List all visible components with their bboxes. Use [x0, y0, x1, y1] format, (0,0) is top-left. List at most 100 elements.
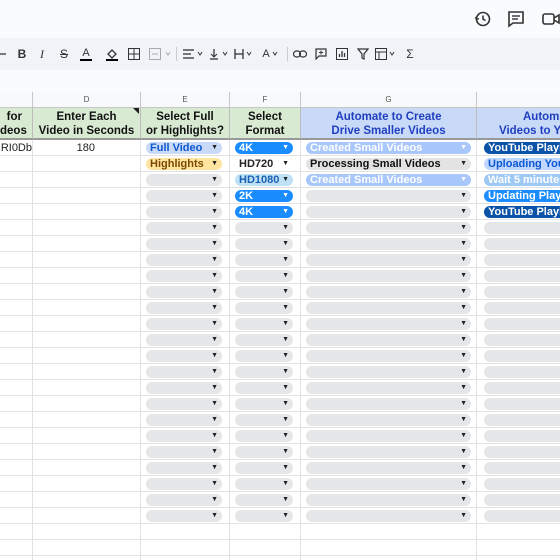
select-e-row-19[interactable]: ▼ [146, 430, 222, 442]
select-g-row-21[interactable]: ▼ [306, 462, 471, 474]
select-e-row-20[interactable]: ▼ [146, 446, 222, 458]
select-f-row-21[interactable]: ▼ [235, 462, 293, 474]
select-g-row-7[interactable]: ▼ [306, 238, 471, 250]
select-g-row-12[interactable]: ▼ [306, 318, 471, 330]
select-h-row-6[interactable] [484, 222, 560, 234]
select-e-row-2[interactable]: Highlights ▼ [146, 158, 222, 170]
select-g-row-18[interactable]: ▼ [306, 414, 471, 426]
select-e-row-3[interactable]: ▼ [146, 174, 222, 186]
select-e-row-14[interactable]: ▼ [146, 350, 222, 362]
select-h-row-4[interactable]: Updating Playl [484, 190, 560, 202]
select-f-row-10[interactable]: ▼ [235, 286, 293, 298]
header-cell-e[interactable]: Select Full or Highlights? [141, 108, 230, 140]
select-f-row-1[interactable]: 4K ▼ [235, 142, 293, 154]
select-g-row-14[interactable]: ▼ [306, 350, 471, 362]
select-f-row-6[interactable]: ▼ [235, 222, 293, 234]
bold-icon[interactable]: B [14, 45, 30, 63]
cell-d1[interactable]: 180 [33, 142, 95, 154]
select-f-row-9[interactable]: ▼ [235, 270, 293, 282]
strikethrough-icon[interactable]: S [56, 45, 72, 63]
column-header-d[interactable]: D [33, 92, 141, 108]
select-h-row-8[interactable] [484, 254, 560, 266]
select-h-row-24[interactable] [484, 510, 560, 522]
select-h-row-18[interactable] [484, 414, 560, 426]
select-h-row-7[interactable] [484, 238, 560, 250]
select-g-row-3[interactable]: Created Small Videos ▼ [306, 174, 471, 186]
rotate-icon[interactable]: A [259, 45, 283, 63]
filter-icon[interactable] [355, 45, 371, 63]
select-f-row-22[interactable]: ▼ [235, 478, 293, 490]
select-h-row-10[interactable] [484, 286, 560, 298]
select-e-row-11[interactable]: ▼ [146, 302, 222, 314]
select-e-row-23[interactable]: ▼ [146, 494, 222, 506]
select-e-row-4[interactable]: ▼ [146, 190, 222, 202]
select-g-row-2[interactable]: Processing Small Videos ▼ [306, 158, 471, 170]
select-h-row-5[interactable]: YouTube Playli [484, 206, 560, 218]
select-h-row-19[interactable] [484, 430, 560, 442]
select-h-row-13[interactable] [484, 334, 560, 346]
select-g-row-16[interactable]: ▼ [306, 382, 471, 394]
select-f-row-19[interactable]: ▼ [235, 430, 293, 442]
italic-icon[interactable]: I [34, 45, 50, 63]
comment-add-icon[interactable] [313, 45, 329, 63]
select-h-row-3[interactable]: Wait 5 minutes [484, 174, 560, 186]
select-e-row-21[interactable]: ▼ [146, 462, 222, 474]
column-header-e[interactable]: E [141, 92, 230, 108]
select-e-row-24[interactable]: ▼ [146, 510, 222, 522]
select-f-row-8[interactable]: ▼ [235, 254, 293, 266]
select-f-row-24[interactable]: ▼ [235, 510, 293, 522]
select-g-row-20[interactable]: ▼ [306, 446, 471, 458]
select-h-row-23[interactable] [484, 494, 560, 506]
select-e-row-17[interactable]: ▼ [146, 398, 222, 410]
select-h-row-15[interactable] [484, 366, 560, 378]
select-f-row-7[interactable]: ▼ [235, 238, 293, 250]
select-h-row-17[interactable] [484, 398, 560, 410]
select-f-row-11[interactable]: ▼ [235, 302, 293, 314]
select-f-row-17[interactable]: ▼ [235, 398, 293, 410]
select-e-row-8[interactable]: ▼ [146, 254, 222, 266]
cell-c1[interactable]: RRI0Db [0, 142, 32, 154]
video-call-icon[interactable] [541, 9, 560, 29]
select-g-row-11[interactable]: ▼ [306, 302, 471, 314]
select-h-row-2[interactable]: Uploading You [484, 158, 560, 170]
select-g-row-13[interactable]: ▼ [306, 334, 471, 346]
select-e-row-5[interactable]: ▼ [146, 206, 222, 218]
select-e-row-15[interactable]: ▼ [146, 366, 222, 378]
select-e-row-10[interactable]: ▼ [146, 286, 222, 298]
select-f-row-18[interactable]: ▼ [235, 414, 293, 426]
select-g-row-10[interactable]: ▼ [306, 286, 471, 298]
select-f-row-14[interactable]: ▼ [235, 350, 293, 362]
select-g-row-6[interactable]: ▼ [306, 222, 471, 234]
select-h-row-14[interactable] [484, 350, 560, 362]
column-header-g[interactable]: G [301, 92, 477, 108]
select-h-row-20[interactable] [484, 446, 560, 458]
select-g-row-1[interactable]: Created Small Videos ▼ [306, 142, 471, 154]
fill-color-icon[interactable] [104, 45, 120, 63]
select-g-row-22[interactable]: ▼ [306, 478, 471, 490]
select-g-row-9[interactable]: ▼ [306, 270, 471, 282]
select-h-row-16[interactable] [484, 382, 560, 394]
select-f-row-20[interactable]: ▼ [235, 446, 293, 458]
select-g-row-24[interactable]: ▼ [306, 510, 471, 522]
select-h-row-11[interactable] [484, 302, 560, 314]
history-icon[interactable] [473, 9, 493, 29]
align-icon[interactable] [182, 45, 206, 63]
select-e-row-9[interactable]: ▼ [146, 270, 222, 282]
select-f-row-12[interactable]: ▼ [235, 318, 293, 330]
select-e-row-22[interactable]: ▼ [146, 478, 222, 490]
header-cell-g[interactable]: Automate to Create Drive Smaller Videos [301, 108, 477, 140]
select-f-row-3[interactable]: HD1080 ▼ [235, 174, 293, 186]
text-color-icon[interactable]: A [78, 45, 94, 63]
chart-icon[interactable] [334, 45, 350, 63]
select-g-row-15[interactable]: ▼ [306, 366, 471, 378]
select-h-row-21[interactable] [484, 462, 560, 474]
valign-icon[interactable] [209, 45, 231, 63]
select-f-row-13[interactable]: ▼ [235, 334, 293, 346]
select-e-row-13[interactable]: ▼ [146, 334, 222, 346]
column-header-f[interactable]: F [230, 92, 301, 108]
column-header-h[interactable] [477, 92, 560, 108]
borders-icon[interactable] [126, 45, 142, 63]
select-f-row-2[interactable]: HD720 ▼ [235, 158, 293, 170]
select-e-row-6[interactable]: ▼ [146, 222, 222, 234]
filter-views-icon[interactable] [374, 45, 398, 63]
